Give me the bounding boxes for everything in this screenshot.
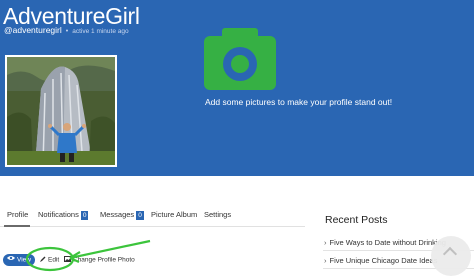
tab-messages[interactable]: Messages 0 [100,210,144,220]
recent-post-link[interactable]: › Five Unique Chicago Date Ideas [324,256,437,265]
profile-meta: @adventuregirl • active 1 minute ago [4,25,129,35]
avatar-photo [7,57,115,165]
tab-picture-album[interactable]: Picture Album [151,210,197,219]
recent-posts-heading: Recent Posts [325,214,388,226]
change-photo-label: Change Profile Photo [73,256,135,264]
recent-post-title: Five Ways to Date without Drinking [329,238,446,247]
eye-icon [7,254,15,266]
tab-notifications-label: Notifications [38,210,79,219]
tab-messages-label: Messages [100,210,135,219]
tabs-divider [0,226,305,227]
profile-handle: @adventuregirl [4,25,62,35]
image-icon [64,256,71,264]
profile-avatar[interactable] [5,55,117,167]
edit-profile-link[interactable]: Edit [40,256,59,264]
tab-settings-label: Settings [204,210,232,219]
scroll-to-top-button[interactable] [431,236,471,276]
tab-profile[interactable]: Profile [7,210,28,219]
tab-settings[interactable]: Settings [204,210,231,219]
add-photos-prompt: Add some pictures to make your profile s… [205,97,393,107]
messages-count-badge: 0 [136,211,144,220]
tab-picture-album-label: Picture Album [151,210,198,219]
active-tab-indicator [4,225,30,227]
pencil-icon [40,256,46,264]
recent-post-title: Five Unique Chicago Date Ideas [329,256,438,265]
tab-profile-label: Profile [7,210,29,219]
chevron-right-icon: › [324,256,327,265]
add-photo-camera-icon[interactable] [204,28,276,90]
notifications-count-badge: 0 [80,211,89,220]
chevron-up-icon [442,246,458,262]
view-label: View [17,256,31,264]
view-profile-button[interactable]: View [3,254,35,266]
profile-cover: AdventureGirl @adventuregirl • active 1 mi… [0,0,474,176]
edit-label: Edit [48,256,60,264]
change-profile-photo-link[interactable]: Change Profile Photo [64,256,135,264]
activity-status: active 1 minute ago [72,28,129,35]
recent-post-link[interactable]: › Five Ways to Date without Drinking [324,238,446,247]
tab-notifications[interactable]: Notifications 0 [38,210,89,220]
meta-separator: • [65,28,69,35]
chevron-right-icon: › [324,238,327,247]
